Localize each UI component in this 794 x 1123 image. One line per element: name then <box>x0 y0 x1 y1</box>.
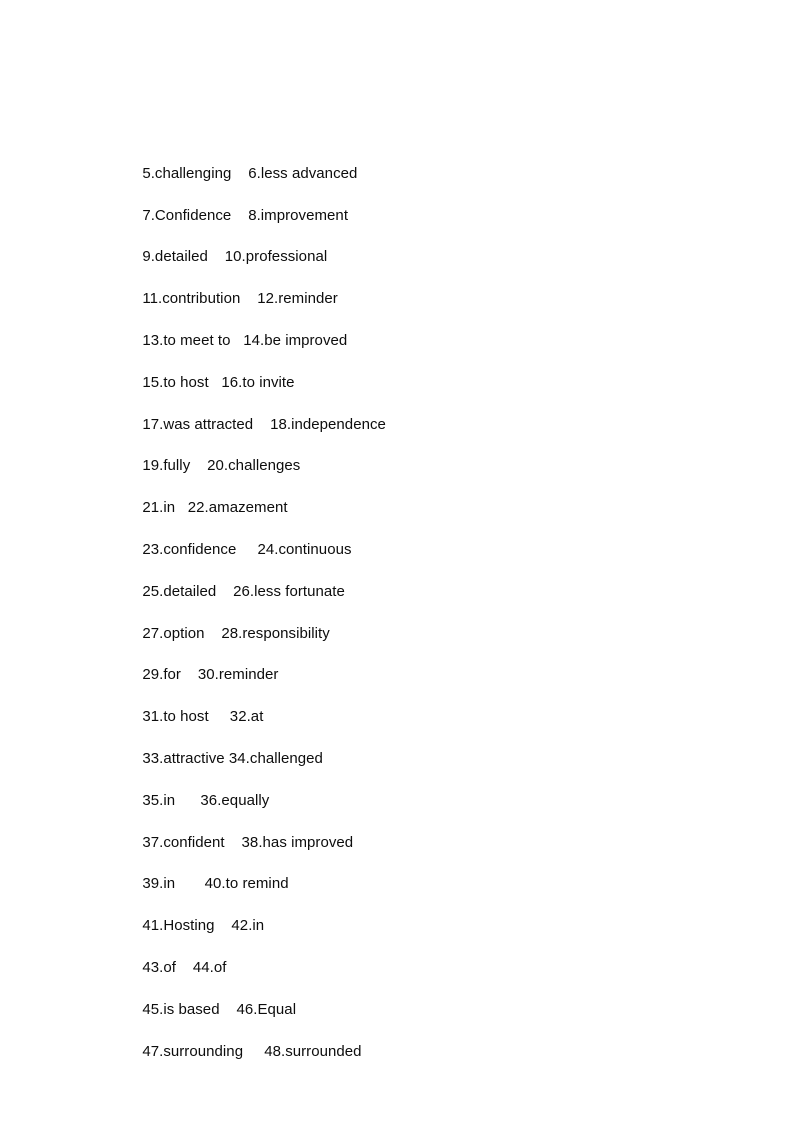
answer-gap <box>181 666 198 683</box>
answer-item-left: 13.to meet to <box>142 331 231 349</box>
answer-gap <box>231 207 248 224</box>
answer-item-left: 21.in <box>142 499 176 517</box>
answer-gap <box>176 959 193 976</box>
answer-gap <box>253 416 270 433</box>
answer-item-left: 35.in <box>142 791 176 809</box>
answer-item-right: 6.less advanced <box>248 164 358 182</box>
answer-item-left: 29.for <box>142 666 181 684</box>
answer-item-right: 36.equally <box>200 791 270 809</box>
answer-item-left: 39.in <box>142 875 176 893</box>
answer-item-left: 43.of <box>142 958 176 976</box>
answer-gap <box>216 583 233 600</box>
answer-item-left: 11.contribution <box>142 290 241 308</box>
answer-gap <box>209 708 230 725</box>
answer-gap <box>175 499 188 516</box>
answer-item-right: 34.challenged <box>228 749 323 767</box>
answer-item-left: 31.to host <box>142 708 209 726</box>
answer-item-right: 38.has improved <box>241 833 354 851</box>
answer-item-left: 41.Hosting <box>142 917 215 935</box>
answer-item-left: 15.to host <box>142 373 209 391</box>
answer-line: 5.challenging 6.less advanced <box>117 111 677 182</box>
answer-item-left: 7.Confidence <box>142 206 232 224</box>
answer-item-right: 8.improvement <box>248 206 349 224</box>
answer-gap <box>231 332 244 349</box>
answer-item-right: 32.at <box>229 708 264 726</box>
answer-item-right: 12.reminder <box>257 290 338 308</box>
answer-item-right: 40.to remind <box>204 875 289 893</box>
answer-gap <box>215 917 232 934</box>
answer-gap <box>190 457 207 474</box>
answer-item-right: 24.continuous <box>257 540 352 558</box>
answer-gap <box>204 625 221 642</box>
answer-item-right: 44.of <box>192 958 227 976</box>
answer-item-left: 9.detailed <box>142 248 208 266</box>
answer-item-left: 47.surrounding <box>142 1042 244 1060</box>
answer-item-left: 5.challenging <box>142 164 232 182</box>
answer-item-right: 28.responsibility <box>221 624 330 642</box>
answer-gap <box>220 1001 237 1018</box>
answer-item-left: 25.detailed <box>142 582 217 600</box>
answer-item-left: 19.fully <box>142 457 191 475</box>
answer-gap <box>225 834 242 851</box>
answer-item-left: 33.attractive <box>142 749 225 767</box>
answer-gap <box>240 290 257 307</box>
answer-gap <box>243 1043 264 1060</box>
answer-item-right: 14.be improved <box>243 331 348 349</box>
answer-gap <box>208 248 225 265</box>
answer-item-right: 42.in <box>231 917 265 935</box>
answer-item-left: 45.is based <box>142 1000 220 1018</box>
answer-gap <box>231 165 248 182</box>
document-page: 5.challenging 6.less advanced 7.Confiden… <box>0 0 794 1123</box>
answer-gap <box>209 374 222 391</box>
answer-gap <box>175 792 200 809</box>
answer-item-left: 23.confidence <box>142 540 237 558</box>
answer-item-right: 16.to invite <box>221 373 295 391</box>
answer-item-right: 26.less fortunate <box>233 582 345 600</box>
answer-item-left: 37.confident <box>142 833 225 851</box>
answer-item-right: 48.surrounded <box>264 1042 362 1060</box>
answer-item-right: 46.Equal <box>236 1000 297 1018</box>
answer-item-left: 27.option <box>142 624 205 642</box>
answer-gap <box>175 875 205 892</box>
answer-list: 5.challenging 6.less advanced 7.Confiden… <box>117 111 677 1060</box>
answer-gap <box>236 541 257 558</box>
answer-item-right: 20.challenges <box>207 457 301 475</box>
answer-item-right: 18.independence <box>270 415 386 433</box>
answer-item-right: 22.amazement <box>187 499 288 517</box>
answer-item-left: 17.was attracted <box>142 415 254 433</box>
answer-item-right: 30.reminder <box>197 666 279 684</box>
answer-item-right: 10.professional <box>224 248 328 266</box>
